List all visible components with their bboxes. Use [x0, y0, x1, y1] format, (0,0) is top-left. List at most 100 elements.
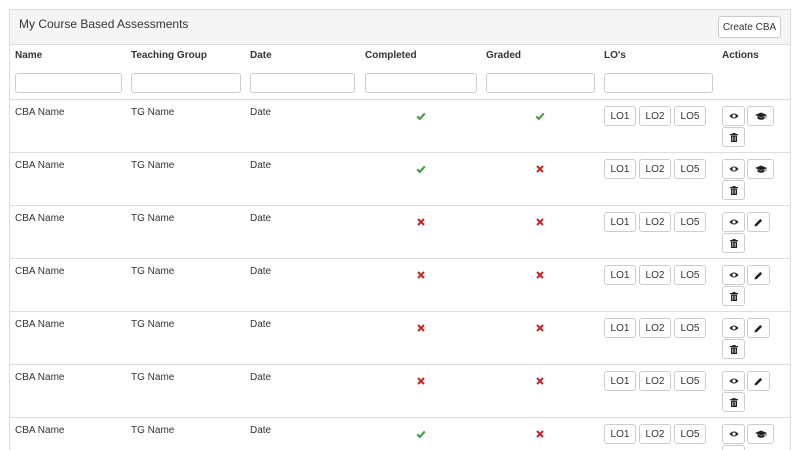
- graded-status: [535, 373, 545, 385]
- teaching-group: TG Name: [131, 319, 175, 330]
- trash-icon: [729, 344, 738, 354]
- teaching-group: TG Name: [131, 160, 175, 171]
- lo-button-lo1[interactable]: LO1: [604, 212, 636, 232]
- lo-button-lo5[interactable]: LO5: [674, 371, 706, 391]
- completed-status: [416, 320, 426, 332]
- graduation-cap-icon: [754, 165, 767, 173]
- cba-date: Date: [250, 107, 272, 118]
- delete-button[interactable]: [722, 180, 745, 200]
- column-header-completed[interactable]: Completed: [365, 50, 417, 61]
- cross-icon: [417, 324, 425, 332]
- lo-button-lo5[interactable]: LO5: [674, 212, 706, 232]
- teaching-group: TG Name: [131, 213, 175, 224]
- lo-button-lo1[interactable]: LO1: [604, 106, 636, 126]
- lo-button-lo1[interactable]: LO1: [604, 159, 636, 179]
- pencil-icon: [754, 324, 763, 332]
- lo-button-lo1[interactable]: LO1: [604, 265, 636, 285]
- lo-button-lo5[interactable]: LO5: [674, 159, 706, 179]
- delete-button[interactable]: [722, 233, 745, 253]
- lo-button-lo1[interactable]: LO1: [604, 371, 636, 391]
- pencil-icon: [754, 271, 763, 279]
- los-filter-input[interactable]: [604, 73, 713, 93]
- delete-button[interactable]: [722, 445, 745, 450]
- grade-button[interactable]: [747, 106, 774, 126]
- lo-button-lo2[interactable]: LO2: [639, 265, 671, 285]
- delete-button[interactable]: [722, 392, 745, 412]
- cba-name: CBA Name: [15, 266, 65, 277]
- cba-date: Date: [250, 266, 272, 277]
- eye-icon: [729, 166, 738, 172]
- trash-icon: [729, 132, 738, 142]
- edit-button[interactable]: [747, 265, 770, 285]
- cross-icon: [536, 430, 544, 438]
- lo-button-lo2[interactable]: LO2: [639, 159, 671, 179]
- grade-button[interactable]: [747, 159, 774, 179]
- column-header-teaching-group[interactable]: Teaching Group: [131, 50, 207, 61]
- cross-icon: [536, 324, 544, 332]
- cross-icon: [417, 271, 425, 279]
- column-header-actions: Actions: [722, 50, 759, 61]
- graduation-cap-icon: [754, 112, 767, 120]
- view-button[interactable]: [722, 424, 745, 444]
- date-filter-input[interactable]: [250, 73, 355, 93]
- table-row: CBA Name TG Name Date LO1 LO2 LO5: [10, 311, 790, 364]
- lo-button-lo5[interactable]: LO5: [674, 106, 706, 126]
- cross-icon: [536, 218, 544, 226]
- grade-button[interactable]: [747, 424, 774, 444]
- lo-button-lo2[interactable]: LO2: [639, 318, 671, 338]
- lo-button-lo1[interactable]: LO1: [604, 318, 636, 338]
- table-row: CBA Name TG Name Date LO1 LO2 LO5: [10, 205, 790, 258]
- graded-status: [535, 320, 545, 332]
- eye-icon: [729, 272, 738, 278]
- name-filter-input[interactable]: [15, 73, 122, 93]
- lo-button-lo2[interactable]: LO2: [639, 424, 671, 444]
- delete-button[interactable]: [722, 127, 745, 147]
- graded-filter-input[interactable]: [486, 73, 595, 93]
- lo-button-lo5[interactable]: LO5: [674, 265, 706, 285]
- teaching-group: TG Name: [131, 107, 175, 118]
- view-button[interactable]: [722, 159, 745, 179]
- column-header-date[interactable]: Date: [250, 50, 272, 61]
- create-cba-button[interactable]: Create CBA: [718, 16, 781, 38]
- view-button[interactable]: [722, 265, 745, 285]
- table-row: CBA Name TG Name Date LO1 LO2 LO5: [10, 258, 790, 311]
- pencil-icon: [754, 377, 763, 385]
- teaching-group-filter-input[interactable]: [131, 73, 241, 93]
- cross-icon: [536, 165, 544, 173]
- lo-button-lo2[interactable]: LO2: [639, 212, 671, 232]
- lo-button-lo2[interactable]: LO2: [639, 371, 671, 391]
- edit-button[interactable]: [747, 371, 770, 391]
- table-row: CBA Name TG Name Date LO1 LO2 LO5: [10, 99, 790, 152]
- table-row: CBA Name TG Name Date LO1 LO2 LO5: [10, 417, 790, 450]
- view-button[interactable]: [722, 106, 745, 126]
- cba-date: Date: [250, 213, 272, 224]
- edit-button[interactable]: [747, 212, 770, 232]
- table-row: CBA Name TG Name Date LO1 LO2 LO5: [10, 152, 790, 205]
- view-button[interactable]: [722, 371, 745, 391]
- column-header-los[interactable]: LO's: [604, 50, 626, 61]
- view-button[interactable]: [722, 212, 745, 232]
- lo-button-lo5[interactable]: LO5: [674, 424, 706, 444]
- trash-icon: [729, 238, 738, 248]
- pencil-icon: [754, 218, 763, 226]
- completed-status: [416, 267, 426, 279]
- cba-name: CBA Name: [15, 425, 65, 436]
- panel-title: My Course Based Assessments: [19, 17, 189, 31]
- edit-button[interactable]: [747, 318, 770, 338]
- view-button[interactable]: [722, 318, 745, 338]
- teaching-group: TG Name: [131, 266, 175, 277]
- delete-button[interactable]: [722, 339, 745, 359]
- check-icon: [416, 430, 426, 439]
- lo-button-lo5[interactable]: LO5: [674, 318, 706, 338]
- column-header-graded[interactable]: Graded: [486, 50, 521, 61]
- delete-button[interactable]: [722, 286, 745, 306]
- completed-filter-input[interactable]: [365, 73, 477, 93]
- cba-date: Date: [250, 372, 272, 383]
- trash-icon: [729, 291, 738, 301]
- table-row: CBA Name TG Name Date LO1 LO2 LO5: [10, 364, 790, 417]
- lo-button-lo1[interactable]: LO1: [604, 424, 636, 444]
- column-header-name[interactable]: Name: [15, 50, 42, 61]
- lo-button-lo2[interactable]: LO2: [639, 106, 671, 126]
- teaching-group: TG Name: [131, 372, 175, 383]
- cba-name: CBA Name: [15, 107, 65, 118]
